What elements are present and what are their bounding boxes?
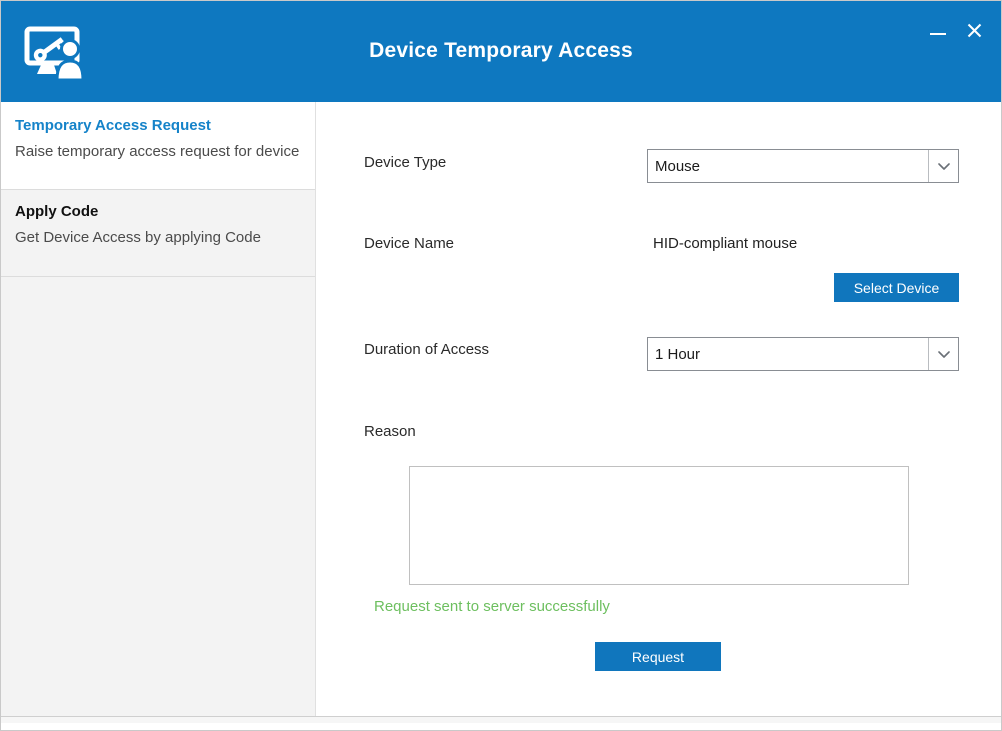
duration-selected-value: 1 Hour: [648, 338, 928, 370]
sidebar-item-title: Temporary Access Request: [15, 117, 301, 134]
sidebar-item-description: Get Device Access by applying Code: [15, 229, 301, 246]
device-type-dropdown[interactable]: Mouse: [647, 149, 959, 183]
window-bottom-border: [1, 716, 1001, 723]
sidebar: Temporary Access Request Raise temporary…: [1, 102, 316, 723]
status-message: Request sent to server successfully: [374, 598, 610, 615]
chevron-down-icon[interactable]: [928, 338, 958, 370]
chevron-down-icon[interactable]: [928, 150, 958, 182]
duration-of-access-label: Duration of Access: [364, 341, 489, 358]
sidebar-item-description: Raise temporary access request for devic…: [15, 143, 301, 160]
device-name-value: HID-compliant mouse: [653, 235, 797, 252]
sidebar-item-temporary-access-request[interactable]: Temporary Access Request Raise temporary…: [1, 102, 315, 190]
reason-textarea[interactable]: [409, 466, 909, 585]
main-form: Device Type Mouse Device Name HID-compli…: [317, 102, 1001, 723]
device-temporary-access-window: Device Temporary Access Temporary Access…: [0, 0, 1002, 731]
duration-dropdown[interactable]: 1 Hour: [647, 337, 959, 371]
body-area: Temporary Access Request Raise temporary…: [1, 102, 1001, 723]
device-name-label: Device Name: [364, 235, 454, 252]
minimize-icon: [930, 33, 946, 35]
window-title: Device Temporary Access: [1, 39, 1001, 63]
close-button[interactable]: [961, 18, 987, 42]
close-icon: [967, 23, 982, 38]
select-device-button[interactable]: Select Device: [834, 273, 959, 302]
reason-label: Reason: [364, 423, 416, 440]
device-type-label: Device Type: [364, 154, 446, 171]
device-type-selected-value: Mouse: [648, 150, 928, 182]
title-bar: Device Temporary Access: [1, 1, 1001, 102]
request-button[interactable]: Request: [595, 642, 721, 671]
minimize-button[interactable]: [925, 18, 951, 42]
sidebar-item-apply-code[interactable]: Apply Code Get Device Access by applying…: [1, 190, 315, 277]
sidebar-item-title: Apply Code: [15, 203, 301, 220]
